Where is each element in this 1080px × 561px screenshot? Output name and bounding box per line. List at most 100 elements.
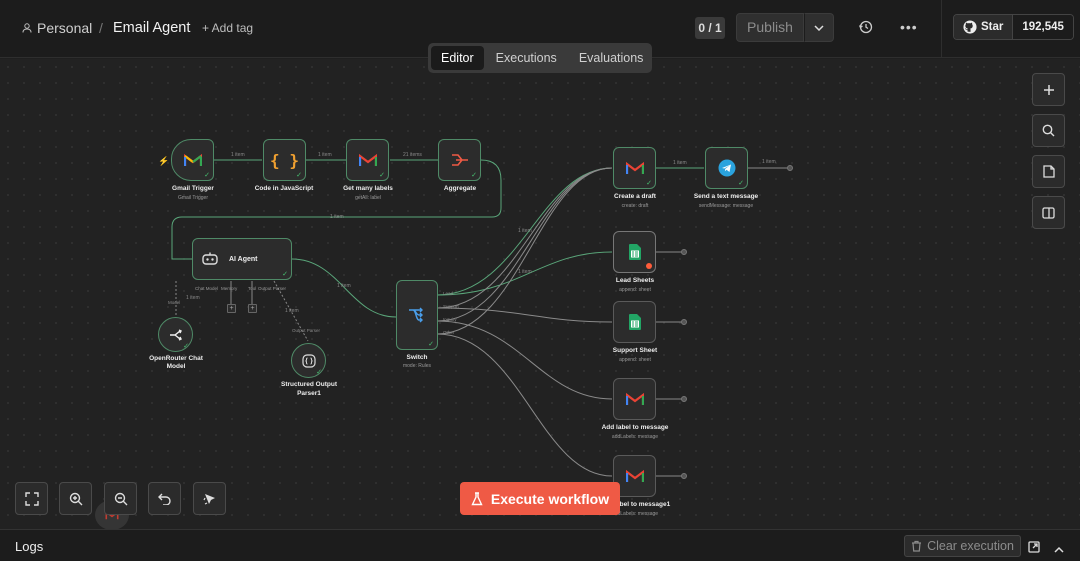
undo-button[interactable] (148, 482, 181, 515)
node-get-many-labels[interactable]: ✓ (346, 139, 389, 181)
chevron-down-icon (814, 24, 824, 31)
output-port[interactable] (681, 249, 687, 255)
github-star-count: 192,545 (1013, 15, 1073, 39)
panel-icon (1042, 206, 1055, 219)
edge-label: 1 item (318, 152, 332, 158)
breadcrumb-workspace[interactable]: Personal (22, 20, 92, 36)
zoom-out-button[interactable] (104, 482, 137, 515)
node-ai-agent[interactable]: AI Agent ✓ (192, 238, 292, 280)
logs-title[interactable]: Logs (15, 539, 43, 554)
tab-evaluations[interactable]: Evaluations (569, 46, 654, 70)
clear-execution-label: Clear execution (927, 539, 1014, 553)
output-port[interactable] (681, 396, 687, 402)
add-tag-button[interactable]: + Add tag (202, 21, 253, 35)
gmail-icon (358, 153, 377, 166)
add-node-button[interactable] (1032, 73, 1065, 106)
toggle-panel-button[interactable] (1032, 196, 1065, 229)
google-sheets-icon (628, 314, 641, 330)
output-port[interactable] (681, 319, 687, 325)
ai-agent-port-label: Memory (221, 286, 238, 291)
node-create-draft[interactable]: ✓ (613, 147, 656, 189)
execute-workflow-button[interactable]: Execute workflow (460, 482, 620, 515)
node-label: AI Agent (229, 255, 258, 263)
node-add-label-to-message[interactable] (613, 378, 656, 420)
node-openrouter-chat-model[interactable]: ✓ (158, 317, 193, 352)
output-port[interactable] (787, 165, 793, 171)
view-tabs: Editor Executions Evaluations (428, 43, 652, 73)
edge-label: 1 item (186, 295, 200, 301)
success-check-icon: ✓ (379, 172, 385, 179)
add-tool-button[interactable]: + (248, 304, 257, 313)
edge-label: 1 item (231, 152, 245, 158)
more-icon[interactable]: ••• (900, 19, 918, 35)
structured-braces-icon (301, 353, 316, 368)
popout-logs-button[interactable] (1028, 540, 1040, 558)
github-star-widget[interactable]: Star 192,545 (953, 14, 1074, 40)
node-label: Add label to message (601, 424, 669, 431)
user-icon (22, 23, 32, 33)
fit-view-icon (24, 491, 39, 506)
node-sublabel: append: sheet (619, 357, 651, 363)
search-nodes-button[interactable] (1032, 114, 1065, 147)
node-lead-sheets[interactable] (613, 231, 656, 273)
node-code-javascript[interactable]: { } ✓ (263, 139, 306, 181)
workflow-name[interactable]: Email Agent (113, 20, 190, 36)
connection-wires (171, 159, 790, 477)
node-aggregate[interactable]: ✓ (438, 139, 481, 181)
add-sticky-note-button[interactable] (1032, 155, 1065, 188)
fit-view-button[interactable] (15, 482, 48, 515)
switch-output-label: Lead (443, 291, 454, 296)
zoom-out-icon (114, 492, 127, 505)
history-button[interactable] (858, 19, 874, 40)
workflow-canvas[interactable]: 1 item 1 item 21 items 1 item 1 item 1 i… (0, 59, 1080, 529)
edge-label: 1 item (337, 283, 351, 289)
zoom-in-button[interactable] (59, 482, 92, 515)
aggregate-icon (451, 154, 468, 166)
success-check-icon: ✓ (204, 172, 210, 179)
success-check-icon: ✓ (316, 369, 322, 376)
trash-icon (912, 540, 922, 552)
node-label: Parser1 (297, 390, 321, 397)
expand-logs-button[interactable] (1054, 540, 1064, 558)
add-memory-button[interactable]: + (227, 304, 236, 313)
node-label: OpenRouter Chat (149, 355, 203, 362)
undo-icon (157, 493, 171, 505)
edge-label: 21 items (403, 152, 422, 158)
tab-editor[interactable]: Editor (431, 46, 484, 70)
publish-dropdown-button[interactable] (804, 13, 834, 42)
node-structured-output-parser[interactable]: ✓ (291, 343, 326, 378)
node-send-text-message[interactable]: ✓ (705, 147, 748, 189)
history-icon (858, 20, 873, 34)
node-sublabel: addLabels: message (611, 434, 659, 440)
output-port[interactable] (681, 473, 687, 479)
gmail-icon (625, 392, 644, 405)
chevron-up-icon (1054, 546, 1064, 553)
ai-agent-port-label: Output Parser (258, 286, 287, 291)
switch-output-label: Other (443, 330, 455, 335)
edge-label: 1 item (330, 214, 344, 220)
edge-label: 1 item (762, 159, 776, 165)
clear-execution-button[interactable]: Clear execution (904, 535, 1021, 557)
pointer-mode-button[interactable] (193, 482, 226, 515)
node-gmail-trigger[interactable]: ✓ (171, 139, 214, 181)
node-sublabel: append: sheet (619, 287, 651, 293)
flask-icon (471, 491, 483, 505)
zoom-in-icon (69, 492, 82, 505)
node-label: Model (166, 363, 186, 370)
node-switch[interactable]: ✓ (396, 280, 438, 350)
version-counter: 0 / 1 (695, 17, 725, 39)
google-sheets-icon (628, 244, 641, 260)
node-label: Gmail Trigger (172, 185, 214, 192)
breadcrumb-workspace-label: Personal (37, 20, 93, 36)
node-sublabel: mode: Rules (402, 363, 432, 369)
node-label: Switch (406, 354, 428, 361)
success-check-icon: ✓ (738, 180, 744, 187)
switch-icon (409, 307, 423, 323)
tab-executions[interactable]: Executions (486, 46, 567, 70)
github-star-button[interactable]: Star (954, 15, 1014, 39)
publish-button[interactable]: Publish (736, 13, 804, 42)
node-support-sheet[interactable] (613, 301, 656, 343)
ai-agent-port-label: Chat Model (195, 286, 219, 291)
edge-label: 1 item (673, 160, 687, 166)
error-indicator (646, 263, 652, 269)
